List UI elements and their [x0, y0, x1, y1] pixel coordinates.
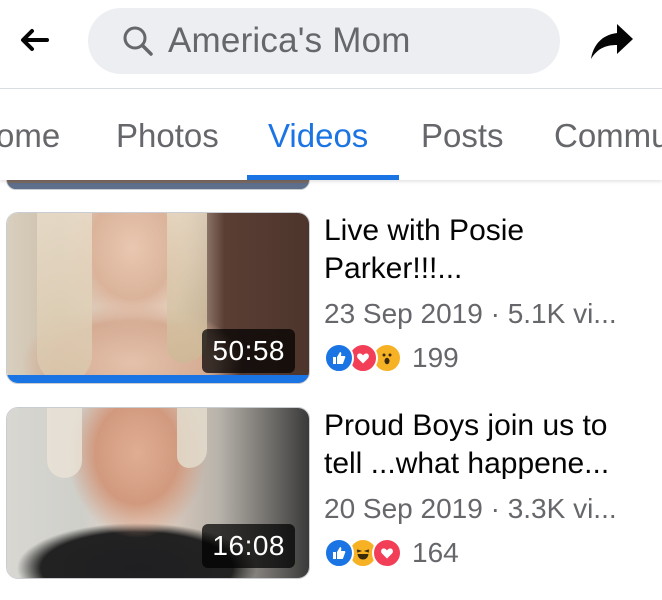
- love-reaction-icon: [372, 538, 402, 568]
- share-button[interactable]: [584, 14, 640, 70]
- like-reaction-icon: [324, 538, 354, 568]
- profile-tabs: ome Photos Videos Posts Commu: [0, 89, 662, 180]
- like-reaction-icon: [324, 343, 354, 373]
- search-query: America's Mom: [168, 21, 411, 60]
- active-tab-indicator: [247, 175, 399, 180]
- search-input[interactable]: America's Mom: [88, 8, 560, 74]
- previous-video-thumbnail[interactable]: [6, 180, 310, 190]
- video-meta: 20 Sep 2019 · 3.3K vi...: [324, 493, 617, 524]
- reaction-count: 164: [412, 537, 459, 568]
- video-thumbnail[interactable]: 16:08: [6, 407, 310, 579]
- tab-photos[interactable]: Photos: [116, 117, 219, 155]
- video-thumbnail[interactable]: 50:58: [6, 212, 310, 384]
- video-meta: 23 Sep 2019 · 5.1K vi...: [324, 298, 617, 329]
- video-info: Live with Posie Parker!!!... 23 Sep 2019…: [324, 212, 654, 374]
- video-item[interactable]: 50:58 Live with Posie Parker!!!... 23 Se…: [0, 212, 662, 402]
- thumbnail-detail: [47, 408, 82, 478]
- thumbnail-detail: [37, 213, 92, 383]
- share-arrow-icon: [591, 24, 633, 59]
- top-bar: America's Mom: [0, 0, 662, 88]
- video-duration: 16:08: [202, 524, 295, 568]
- video-info: Proud Boys join us to tell ...what happe…: [324, 407, 654, 569]
- reaction-summary[interactable]: 199: [324, 342, 654, 374]
- tab-home[interactable]: ome: [0, 117, 60, 155]
- watch-progress-bar: [7, 375, 309, 383]
- tab-videos[interactable]: Videos: [268, 117, 368, 155]
- search-icon: [122, 24, 156, 58]
- video-title[interactable]: Proud Boys join us to tell ...what happe…: [324, 407, 654, 483]
- video-title[interactable]: Live with Posie Parker!!!...: [324, 212, 654, 288]
- tab-posts[interactable]: Posts: [421, 117, 504, 155]
- reaction-summary[interactable]: 164: [324, 537, 654, 569]
- back-button[interactable]: [12, 18, 56, 62]
- video-item[interactable]: 16:08 Proud Boys join us to tell ...what…: [0, 407, 662, 597]
- tab-community[interactable]: Commu: [554, 117, 662, 155]
- thumbnail-detail: [167, 213, 207, 363]
- back-arrow-icon: [21, 29, 49, 51]
- reaction-count: 199: [412, 342, 459, 373]
- video-list: 50:58 Live with Posie Parker!!!... 23 Se…: [0, 180, 662, 600]
- thumbnail-detail: [177, 408, 207, 468]
- video-duration: 50:58: [202, 329, 295, 373]
